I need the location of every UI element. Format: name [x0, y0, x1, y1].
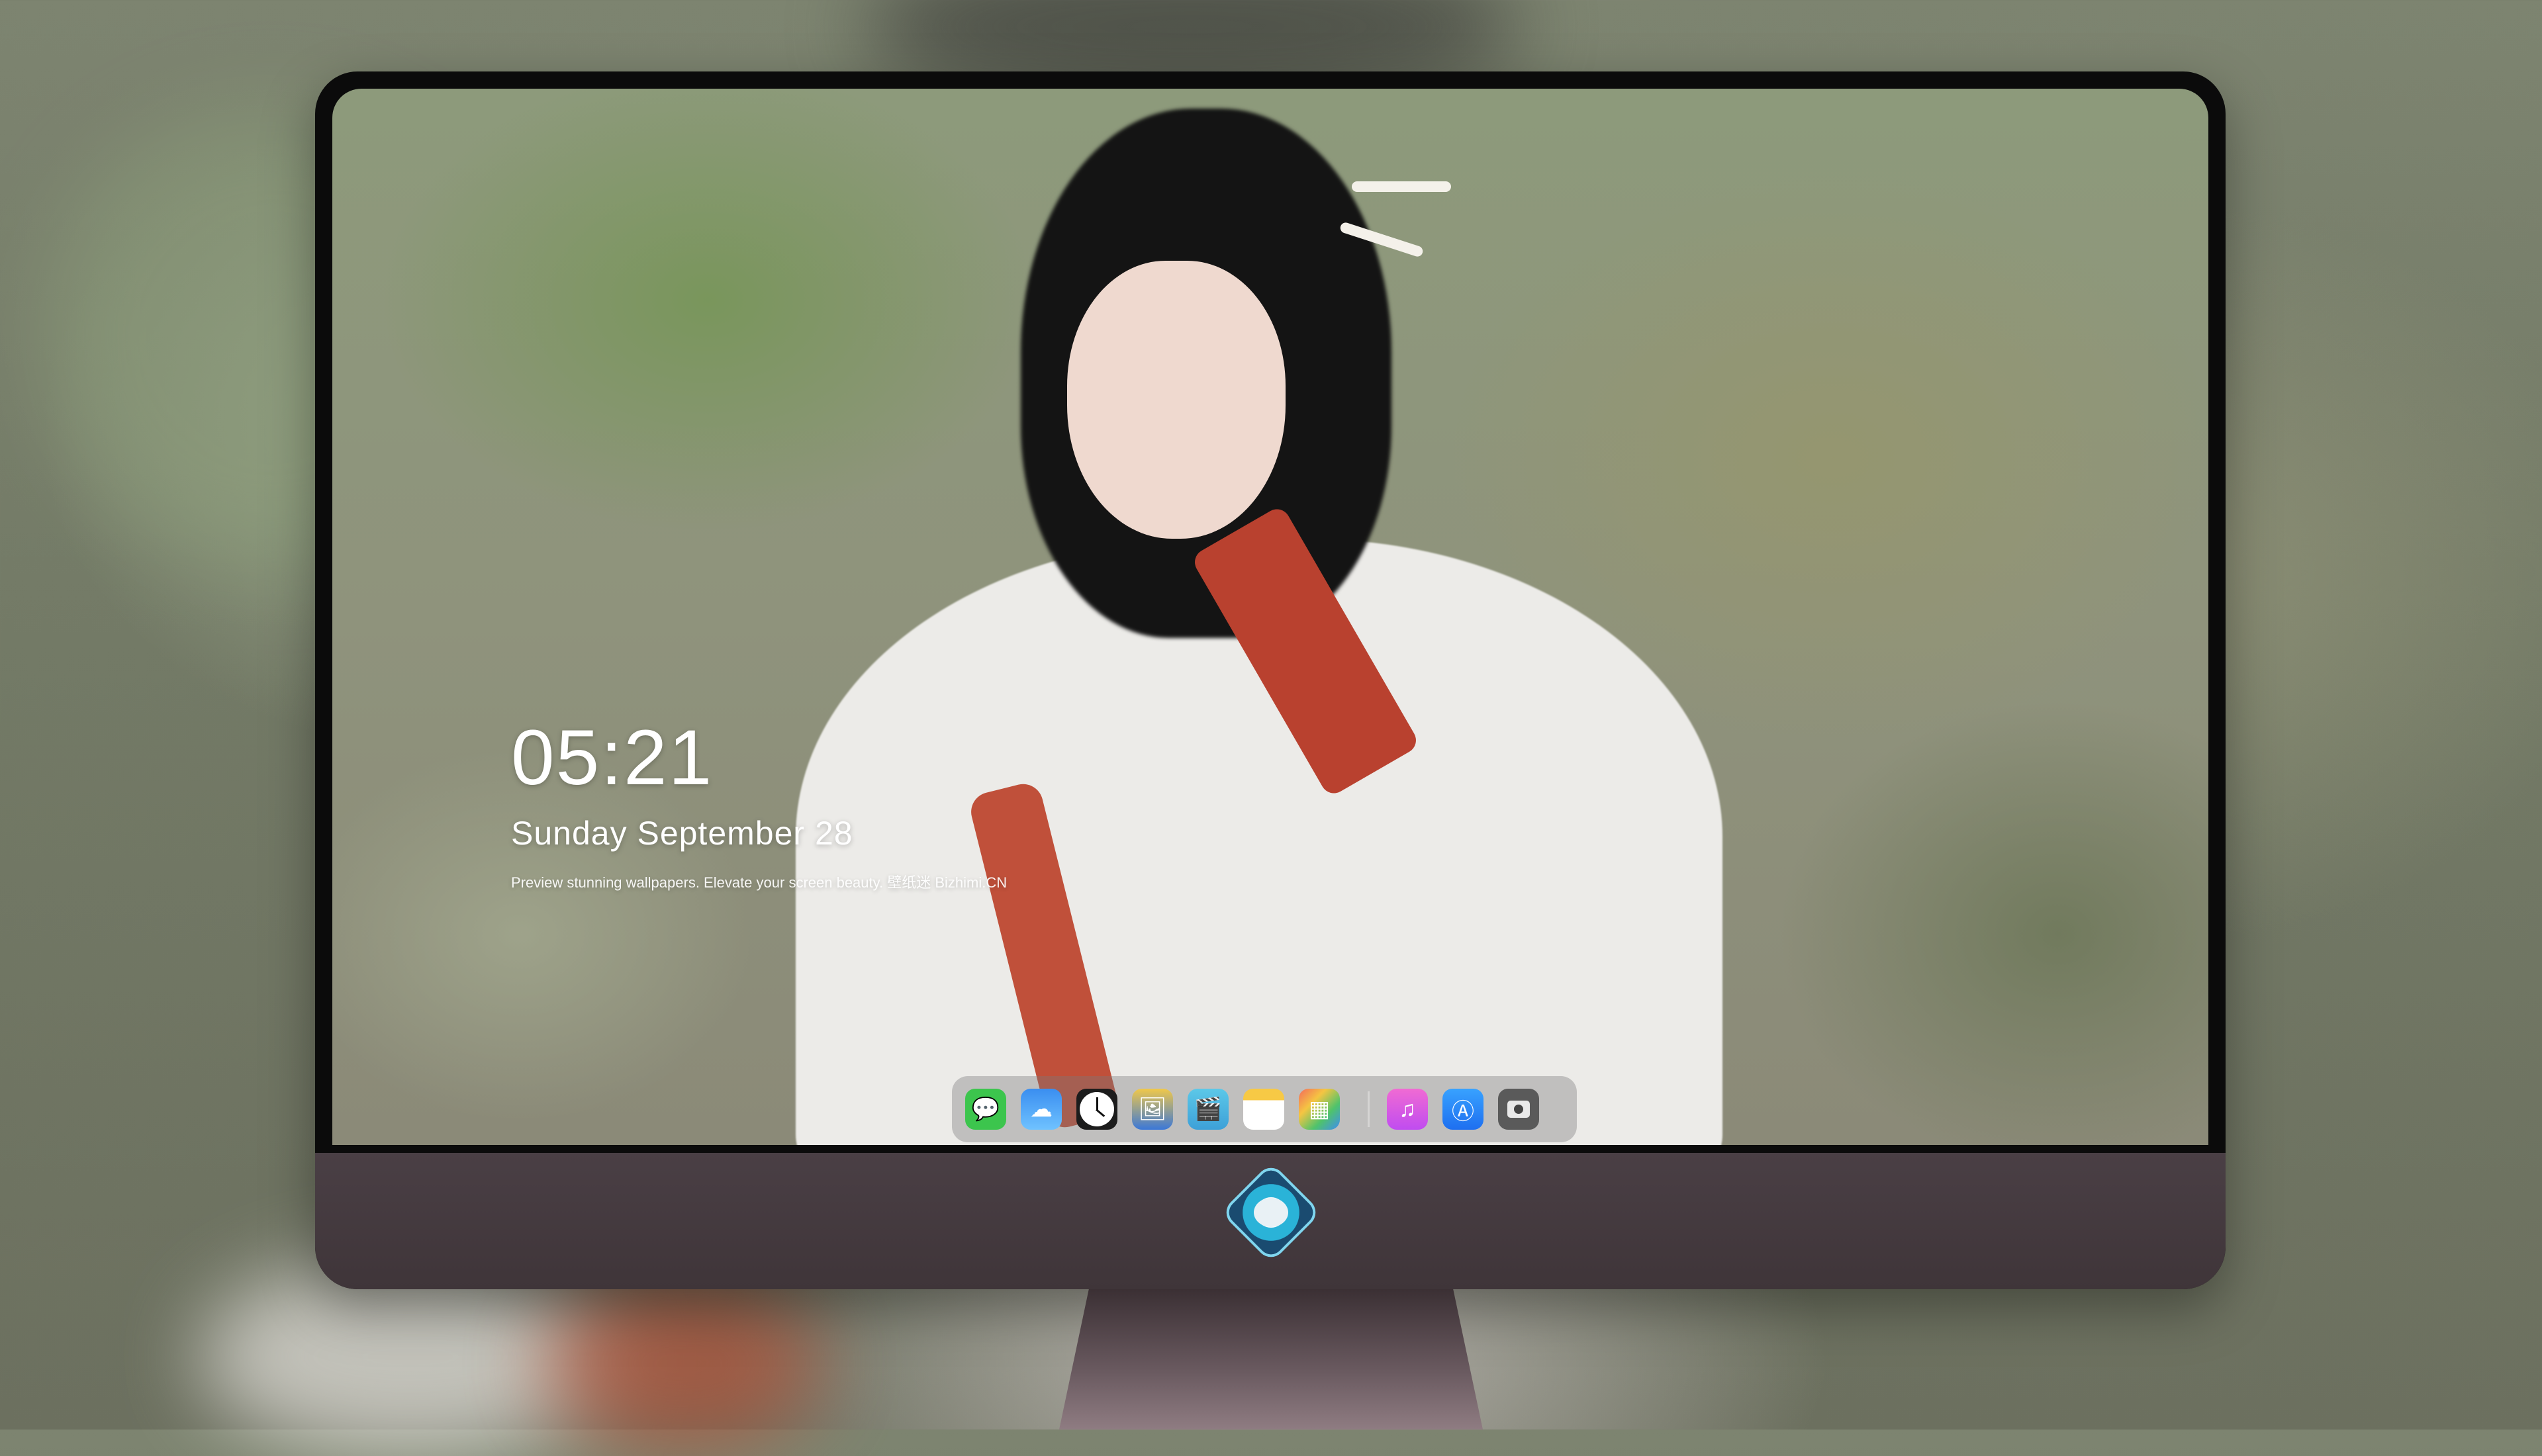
camera-body	[1507, 1101, 1530, 1118]
weather-glyph: ☁	[1030, 1097, 1053, 1122]
app-store-icon[interactable]: Ⓐ	[1442, 1089, 1483, 1130]
lock-screen: 05:21 Sunday September 28 Preview stunni…	[332, 89, 2208, 1145]
clapperboard-icon[interactable]: 🎬	[1188, 1089, 1229, 1130]
weather-icon[interactable]: ☁	[1021, 1089, 1062, 1130]
notes-icon[interactable]	[1243, 1089, 1284, 1130]
appstore-glyph: Ⓐ	[1452, 1099, 1474, 1124]
wallpaper-hairpin	[1352, 181, 1451, 192]
photos-glyph: ▦	[1308, 1097, 1331, 1122]
wallpaper-face	[1067, 261, 1286, 539]
dock-separator	[1368, 1091, 1370, 1127]
preview-icon[interactable]: 🖼	[1132, 1089, 1173, 1130]
wallpaper-tagline: Preview stunning wallpapers. Elevate you…	[511, 874, 1008, 891]
brand-logo-mascot	[1254, 1198, 1288, 1227]
music-note-icon[interactable]: ♫	[1387, 1089, 1428, 1130]
monitor-stand	[1059, 1289, 1483, 1430]
monitor: 05:21 Sunday September 28 Preview stunni…	[315, 71, 2226, 1289]
clock-icon[interactable]	[1076, 1089, 1117, 1130]
monitor-chin	[315, 1153, 2226, 1289]
preview-glyph: 🖼	[1138, 1097, 1167, 1122]
lock-clock: 05:21	[511, 714, 714, 801]
music-glyph: ♫	[1399, 1096, 1416, 1122]
dock: 💬 ☁ 🖼 🎬 ▦ ♫ Ⓐ	[952, 1076, 1577, 1142]
clock-face	[1080, 1092, 1114, 1126]
camera-icon[interactable]	[1498, 1089, 1539, 1130]
messages-glyph: 💬	[971, 1097, 1000, 1122]
photos-icon[interactable]: ▦	[1299, 1089, 1340, 1130]
lock-info: 05:21 Sunday September 28 Preview stunni…	[511, 719, 1007, 892]
lock-date: Sunday September 28	[511, 815, 853, 852]
background-blur-red	[543, 1277, 821, 1449]
messages-icon[interactable]: 💬	[965, 1089, 1006, 1130]
clips-glyph: 🎬	[1194, 1097, 1223, 1122]
